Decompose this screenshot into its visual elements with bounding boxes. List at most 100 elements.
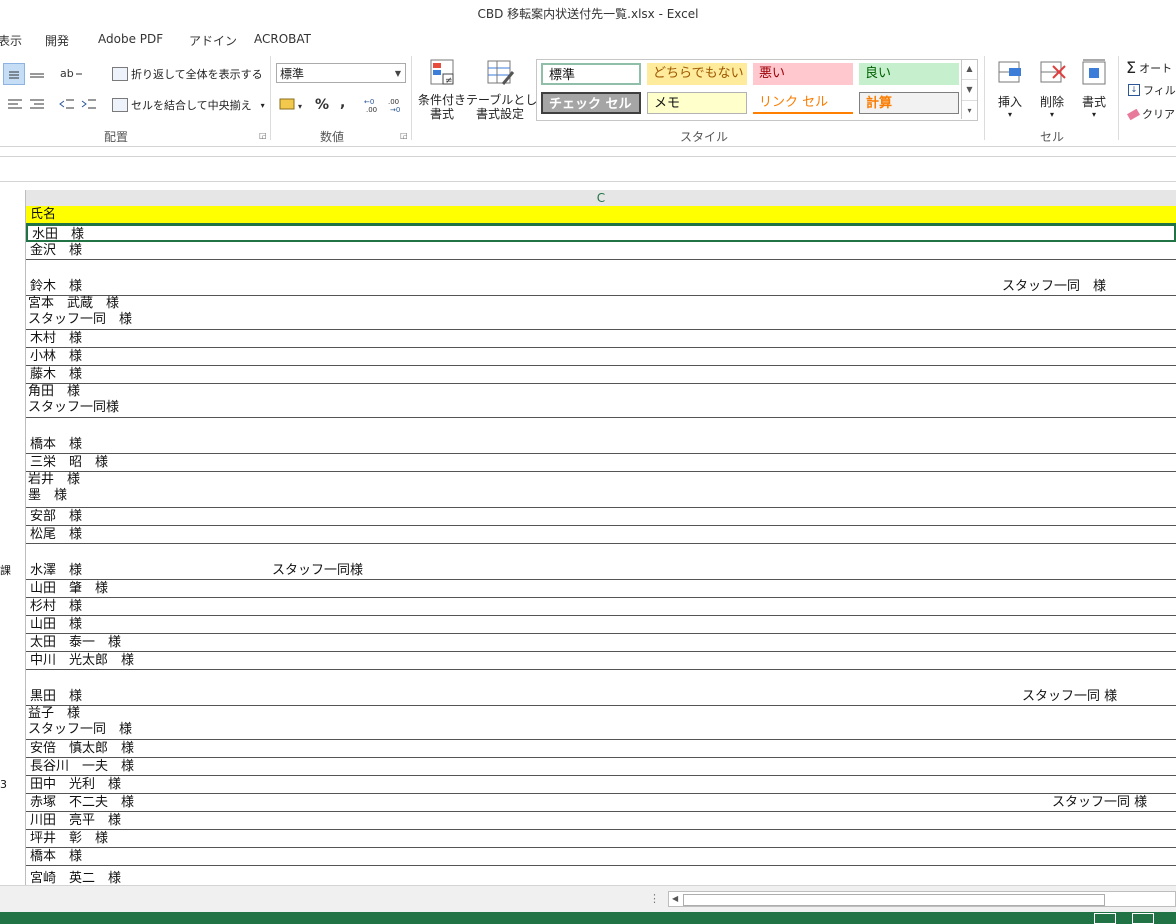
- style-calculation[interactable]: 計算: [859, 92, 959, 114]
- tab-addins[interactable]: アドイン: [189, 32, 237, 49]
- cell-name[interactable]: 赤塚 不二夫 様: [30, 795, 134, 811]
- format-as-table-button[interactable]: テーブルとして 書式設定: [466, 58, 549, 121]
- cell-name[interactable]: 松尾 様: [30, 527, 82, 543]
- cell-name[interactable]: 坪井 彰 様: [30, 831, 108, 847]
- cell-staff-note[interactable]: スタッフ一同 様: [1052, 795, 1147, 811]
- tab-adobe-pdf[interactable]: Adobe PDF: [98, 32, 163, 46]
- autosum-button[interactable]: Σ オート: [1126, 58, 1172, 77]
- scrollbar-thumb[interactable]: [683, 894, 1105, 906]
- table-row[interactable]: 益子 様 スタッフ一同 様: [26, 706, 1176, 740]
- table-row[interactable]: 水田 様: [26, 224, 1176, 242]
- table-row[interactable]: 長谷川 一夫 様: [26, 758, 1176, 776]
- split-handle-icon[interactable]: ⋮: [649, 892, 660, 905]
- cell-name[interactable]: 金沢 様: [30, 243, 82, 259]
- table-row[interactable]: 宮本 武蔵 様 スタッフ一同 様: [26, 296, 1176, 330]
- table-row[interactable]: 松尾 様: [26, 526, 1176, 544]
- column-title-name[interactable]: 氏名: [30, 207, 56, 223]
- table-row[interactable]: 橋本 様: [26, 848, 1176, 866]
- style-good[interactable]: 良い: [859, 63, 959, 85]
- decrease-decimal-icon[interactable]: .00→0: [388, 96, 408, 114]
- cell-name[interactable]: 角田 様 スタッフ一同様: [28, 384, 119, 416]
- cell-name[interactable]: 三栄 昭 様: [30, 455, 108, 471]
- cell-name[interactable]: 水田 様: [32, 227, 84, 243]
- formula-bar[interactable]: [0, 156, 1176, 182]
- table-row[interactable]: 角田 様 スタッフ一同様: [26, 384, 1176, 418]
- align-center-button[interactable]: [3, 63, 25, 85]
- table-row[interactable]: 杉村 様: [26, 598, 1176, 616]
- style-bad[interactable]: 悪い: [753, 63, 853, 85]
- chevron-left-icon[interactable]: ◀: [672, 892, 678, 906]
- cell-name[interactable]: 山田 様: [30, 617, 82, 633]
- cell-name[interactable]: 黒田 様: [30, 689, 82, 705]
- cell-name[interactable]: 長谷川 一夫 様: [30, 759, 134, 775]
- table-row[interactable]: 橋本 様: [26, 418, 1176, 454]
- comma-button[interactable]: ,: [340, 95, 345, 111]
- cell-name[interactable]: 藤木 様: [30, 367, 82, 383]
- table-row[interactable]: 金沢 様: [26, 242, 1176, 260]
- table-row[interactable]: 中川 光太郎 様: [26, 652, 1176, 670]
- cell-staff-note[interactable]: スタッフ一同 様: [1002, 279, 1106, 295]
- tab-acrobat[interactable]: ACROBAT: [254, 32, 311, 46]
- table-row[interactable]: 太田 泰一 様: [26, 634, 1176, 652]
- insert-button[interactable]: 挿入 ▾: [992, 58, 1028, 119]
- table-row[interactable]: 水澤 様 スタッフ一同様: [26, 544, 1176, 580]
- percent-button[interactable]: %: [315, 97, 329, 113]
- cell-name[interactable]: 木村 様: [30, 331, 82, 347]
- table-row[interactable]: 川田 亮平 様: [26, 812, 1176, 830]
- table-row[interactable]: 安倍 慎太郎 様: [26, 740, 1176, 758]
- table-row[interactable]: 田中 光利 様: [26, 776, 1176, 794]
- dialog-launcher-icon[interactable]: ◲: [400, 131, 408, 140]
- table-row[interactable]: 鈴木 様 スタッフ一同 様: [26, 260, 1176, 296]
- cell-staff-note[interactable]: スタッフ一同様: [272, 563, 363, 579]
- style-normal[interactable]: 標準: [541, 63, 641, 85]
- table-row[interactable]: 小林 様: [26, 348, 1176, 366]
- table-row[interactable]: 木村 様: [26, 330, 1176, 348]
- gallery-more-icon[interactable]: ▾: [962, 100, 977, 120]
- cell-name[interactable]: 益子 様 スタッフ一同 様: [28, 706, 132, 738]
- table-row[interactable]: 山田 様: [26, 616, 1176, 634]
- delete-button[interactable]: 削除 ▾: [1034, 58, 1070, 119]
- cell-name[interactable]: 水澤 様: [30, 563, 82, 579]
- cell-column-b-fragment[interactable]: 3: [0, 777, 7, 793]
- cell-name[interactable]: 田中 光利 様: [30, 777, 121, 793]
- cell-name[interactable]: 鈴木 様: [30, 279, 82, 295]
- table-row[interactable]: 坪井 彰 様: [26, 830, 1176, 848]
- cell-name[interactable]: 川田 亮平 様: [30, 813, 121, 829]
- table-row[interactable]: 山田 肇 様: [26, 580, 1176, 598]
- table-row[interactable]: 藤木 様: [26, 366, 1176, 384]
- table-row[interactable]: 岩井 様 墨 様: [26, 472, 1176, 508]
- table-row[interactable]: 三栄 昭 様: [26, 454, 1176, 472]
- horizontal-scrollbar[interactable]: ◀: [668, 891, 1176, 907]
- decrease-indent-icon[interactable]: [58, 96, 76, 112]
- wrap-text-button[interactable]: 折り返して全体を表示する: [112, 66, 263, 82]
- table-row[interactable]: 安部 様: [26, 508, 1176, 526]
- cell-name[interactable]: 橋本 様: [30, 437, 82, 453]
- style-neutral[interactable]: どちらでもない: [647, 63, 747, 85]
- cell-name[interactable]: 橋本 様: [30, 849, 82, 865]
- chevron-up-icon[interactable]: ▲: [962, 59, 977, 79]
- chevron-down-icon[interactable]: ▼: [962, 79, 977, 100]
- cell-name[interactable]: 山田 肇 様: [30, 581, 108, 597]
- cell-name[interactable]: 安倍 慎太郎 様: [30, 741, 134, 757]
- fill-button[interactable]: ↓ フィル: [1128, 82, 1176, 98]
- style-note[interactable]: メモ: [647, 92, 747, 114]
- tab-developer[interactable]: 開発: [45, 32, 69, 49]
- cell-name[interactable]: 小林 様: [30, 349, 82, 365]
- table-row[interactable]: 黒田 様 スタッフ一同 様: [26, 670, 1176, 706]
- cell-name[interactable]: 中川 光太郎 様: [30, 653, 134, 669]
- increase-indent-icon[interactable]: [80, 96, 98, 112]
- clear-button[interactable]: クリア: [1126, 106, 1175, 122]
- format-button[interactable]: 書式 ▾: [1076, 58, 1112, 119]
- merge-center-button[interactable]: セルを結合して中央揃え ▾: [112, 97, 265, 113]
- cell-column-b-fragment[interactable]: 課: [0, 563, 11, 579]
- cell-name[interactable]: 岩井 様 墨 様: [28, 472, 80, 504]
- cell-name[interactable]: 宮本 武蔵 様 スタッフ一同 様: [28, 296, 132, 328]
- cell-name[interactable]: 安部 様: [30, 509, 82, 525]
- increase-decimal-icon[interactable]: ←0.00: [364, 96, 384, 114]
- cell-staff-note[interactable]: スタッフ一同 様: [1022, 689, 1117, 705]
- styles-gallery-scroll[interactable]: ▲ ▼ ▾: [961, 59, 977, 119]
- style-check-cell[interactable]: チェック セル: [541, 92, 641, 114]
- normal-view-icon[interactable]: [1094, 913, 1116, 924]
- currency-format-icon[interactable]: ▾: [278, 96, 306, 114]
- page-layout-view-icon[interactable]: [1132, 913, 1154, 924]
